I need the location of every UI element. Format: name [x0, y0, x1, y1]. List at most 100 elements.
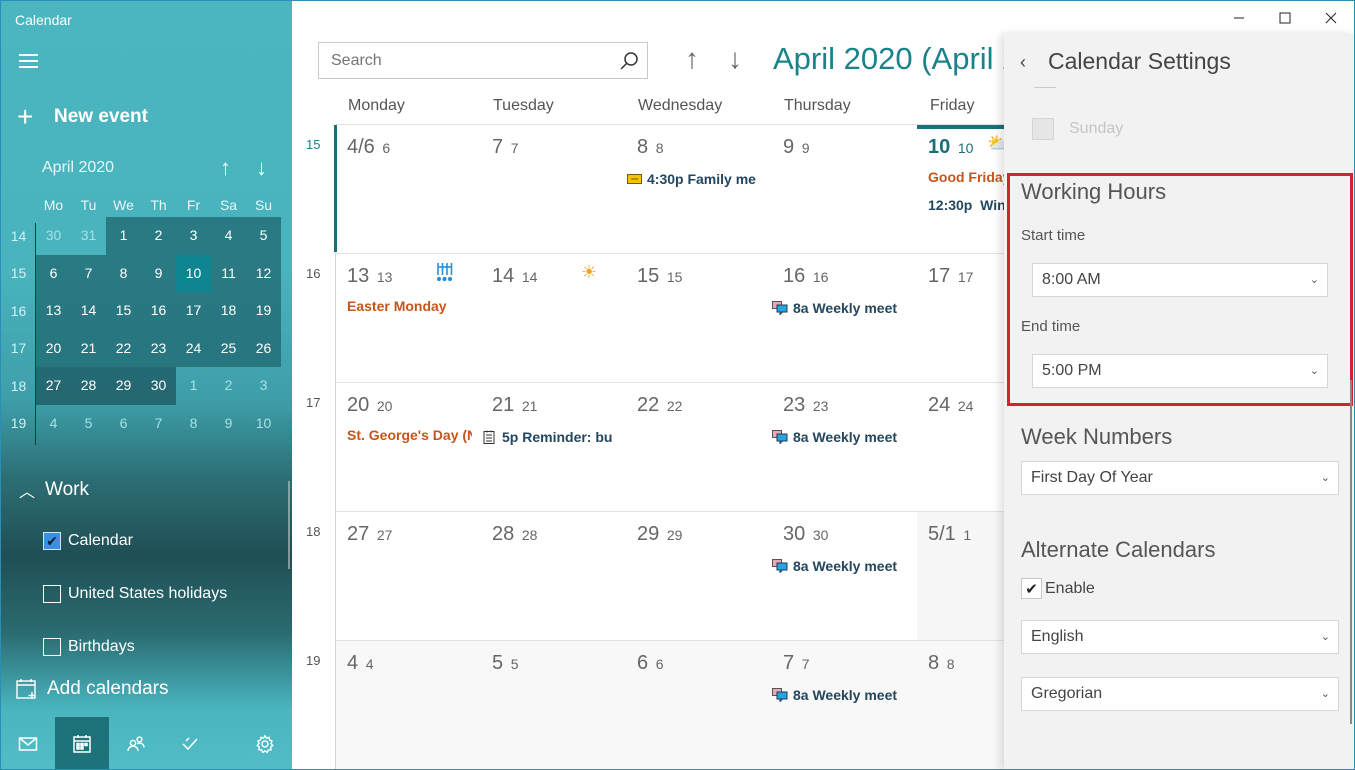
mini-calendar-day[interactable]: 18: [211, 292, 246, 330]
alternate-calendar-type-select[interactable]: Gregorian ⌄: [1021, 677, 1339, 711]
calendar-event[interactable]: 8a Weekly meet: [772, 300, 907, 316]
day-cell[interactable]: 7 7 8a Weekly meet: [772, 641, 917, 769]
mini-calendar-day[interactable]: 7: [141, 405, 176, 443]
mini-calendar-day[interactable]: 10: [246, 405, 281, 443]
day-cell[interactable]: 14 14 ☀: [481, 254, 626, 382]
day-cell[interactable]: 5 5: [481, 641, 626, 769]
day-cell[interactable]: 7 7: [481, 125, 626, 253]
close-button[interactable]: [1308, 1, 1354, 35]
mini-calendar-day[interactable]: 27: [36, 367, 71, 405]
mini-calendar-day[interactable]: 2: [141, 217, 176, 255]
calendar-checkbox-us-holidays[interactable]: United States holidays: [43, 585, 227, 603]
alternate-language-select[interactable]: English ⌄: [1021, 620, 1339, 654]
day-cell[interactable]: 8 8 4:30p Family me: [626, 125, 771, 253]
calendar-event[interactable]: 4:30p Family me: [626, 171, 761, 187]
hamburger-menu-icon[interactable]: [19, 54, 38, 70]
mini-calendar-day[interactable]: 22: [106, 329, 141, 367]
mini-calendar-day[interactable]: 30: [141, 367, 176, 405]
mini-calendar-day[interactable]: 4: [211, 217, 246, 255]
maximize-button[interactable]: [1262, 1, 1308, 35]
todo-nav-button[interactable]: [163, 717, 217, 769]
day-cell[interactable]: 6 6: [626, 641, 771, 769]
mini-calendar-day[interactable]: 13: [36, 292, 71, 330]
mail-nav-button[interactable]: [1, 717, 55, 769]
mini-calendar-day[interactable]: 5: [246, 217, 281, 255]
mini-calendar-today[interactable]: 10: [176, 254, 211, 292]
day-cell[interactable]: 20 20 St. George's Day (N: [336, 383, 481, 511]
mini-calendar-day[interactable]: 25: [211, 329, 246, 367]
mini-calendar-day[interactable]: 8: [106, 254, 141, 292]
mini-calendar-day[interactable]: 6: [36, 254, 71, 292]
holiday-label[interactable]: St. George's Day (N: [347, 427, 472, 443]
day-cell[interactable]: 28 28: [481, 512, 626, 640]
end-time-select[interactable]: 5:00 PM ⌄: [1032, 354, 1328, 388]
enable-alternate-calendars-checkbox[interactable]: ✔ Enable: [1021, 578, 1095, 599]
day-cell[interactable]: 29 29: [626, 512, 771, 640]
mini-calendar-day[interactable]: 6: [106, 405, 141, 443]
previous-month-arrow-icon[interactable]: ↑: [685, 43, 699, 75]
sidebar-scrollbar[interactable]: [288, 481, 290, 569]
mini-calendar-day[interactable]: 11: [211, 254, 246, 292]
mini-calendar-day[interactable]: 21: [71, 329, 106, 367]
new-event-button[interactable]: + New event: [17, 103, 148, 131]
mini-calendar-day[interactable]: 14: [71, 292, 106, 330]
work-group-toggle[interactable]: ︿ Work: [19, 478, 89, 502]
mini-calendar-day[interactable]: 30: [36, 217, 71, 255]
day-cell[interactable]: 21 21 5p Reminder: bu: [481, 383, 626, 511]
mini-calendar-day[interactable]: 7: [71, 254, 106, 292]
start-time-select[interactable]: 8:00 AM ⌄: [1032, 263, 1328, 297]
day-cell[interactable]: 4 4: [336, 641, 481, 769]
day-cell[interactable]: 30 30 8a Weekly meet: [772, 512, 917, 640]
day-cell[interactable]: 16 16 8a Weekly meet: [772, 254, 917, 382]
mini-calendar-day[interactable]: 15: [106, 292, 141, 330]
mini-calendar-day[interactable]: 1: [176, 367, 211, 405]
search-input[interactable]: [319, 51, 611, 70]
sunday-checkbox[interactable]: Sunday: [1032, 118, 1123, 140]
calendar-event[interactable]: 5p Reminder: bu: [481, 429, 616, 445]
settings-scrollbar[interactable]: [1350, 380, 1352, 724]
calendar-nav-button[interactable]: [55, 717, 109, 769]
mini-calendar-day[interactable]: 4: [36, 405, 71, 443]
mini-calendar-day[interactable]: 1: [106, 217, 141, 255]
mini-calendar-day[interactable]: 8: [176, 405, 211, 443]
calendar-checkbox-calendar[interactable]: ✔ Calendar: [43, 532, 133, 550]
mini-calendar-day[interactable]: 29: [106, 367, 141, 405]
mini-calendar-day[interactable]: 9: [141, 254, 176, 292]
search-icon[interactable]: [611, 51, 647, 71]
mini-calendar-day[interactable]: 2: [211, 367, 246, 405]
people-nav-button[interactable]: [109, 717, 163, 769]
day-cell[interactable]: 22 22: [626, 383, 771, 511]
mini-calendar-day[interactable]: 19: [246, 292, 281, 330]
day-cell[interactable]: 4/6 6: [336, 125, 481, 253]
calendar-event[interactable]: 8a Weekly meet: [772, 429, 907, 445]
mini-calendar-day[interactable]: 23: [141, 329, 176, 367]
mini-calendar-day[interactable]: 5: [71, 405, 106, 443]
calendar-checkbox-birthdays[interactable]: Birthdays: [43, 638, 135, 656]
mini-calendar-next-arrow-icon[interactable]: ↓: [256, 155, 267, 181]
week-numbers-select[interactable]: First Day Of Year ⌄: [1021, 461, 1339, 495]
mini-calendar-day[interactable]: 26: [246, 329, 281, 367]
next-month-arrow-icon[interactable]: ↓: [728, 43, 742, 75]
day-cell[interactable]: 27 27: [336, 512, 481, 640]
mini-calendar-day[interactable]: 24: [176, 329, 211, 367]
mini-calendar-day[interactable]: 9: [211, 405, 246, 443]
calendar-event[interactable]: 8a Weekly meet: [772, 687, 907, 703]
minimize-button[interactable]: [1216, 1, 1262, 35]
mini-calendar-prev-arrow-icon[interactable]: ↑: [220, 155, 231, 181]
mini-calendar-day[interactable]: 20: [36, 329, 71, 367]
add-calendars-button[interactable]: Add calendars: [16, 678, 168, 700]
mini-calendar-day[interactable]: 3: [176, 217, 211, 255]
mini-calendar-day[interactable]: 28: [71, 367, 106, 405]
holiday-label[interactable]: Easter Monday: [347, 298, 472, 314]
back-chevron-icon[interactable]: ‹: [1020, 52, 1026, 73]
day-cell[interactable]: 23 23 8a Weekly meet: [772, 383, 917, 511]
mini-calendar-day[interactable]: 17: [176, 292, 211, 330]
mini-calendar-day[interactable]: 3: [246, 367, 281, 405]
settings-nav-button[interactable]: [238, 717, 292, 769]
mini-calendar-day[interactable]: 16: [141, 292, 176, 330]
mini-calendar-day[interactable]: 12: [246, 254, 281, 292]
day-cell[interactable]: 15 15: [626, 254, 771, 382]
search-box[interactable]: [318, 42, 648, 79]
day-cell[interactable]: 13 13 Easter Monday: [336, 254, 481, 382]
calendar-event[interactable]: 8a Weekly meet: [772, 558, 907, 574]
